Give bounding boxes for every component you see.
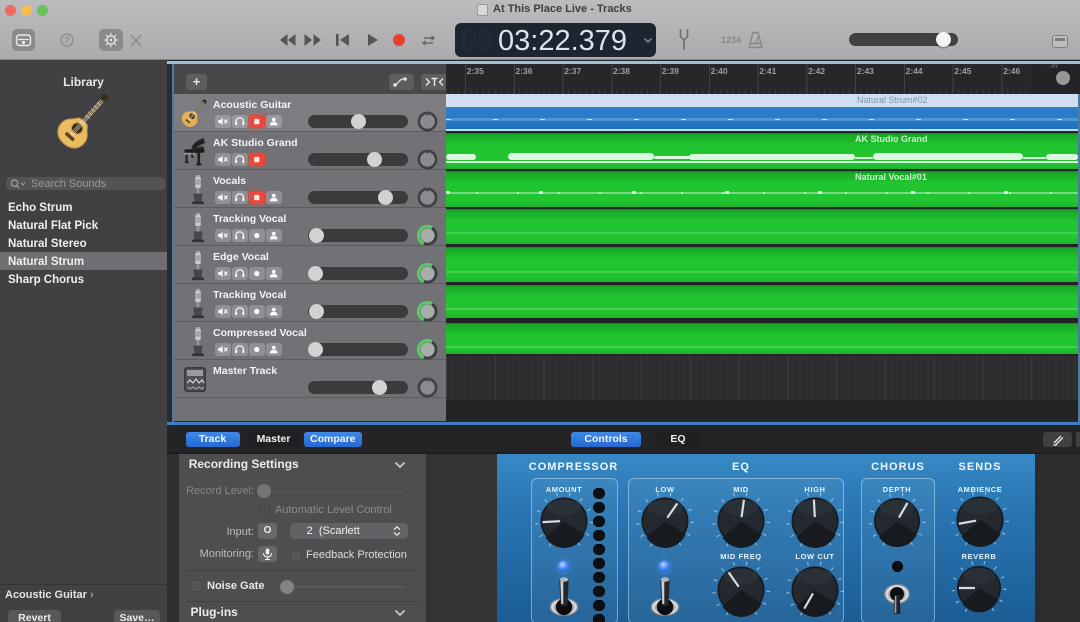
svg-text:?: ? bbox=[64, 35, 70, 45]
